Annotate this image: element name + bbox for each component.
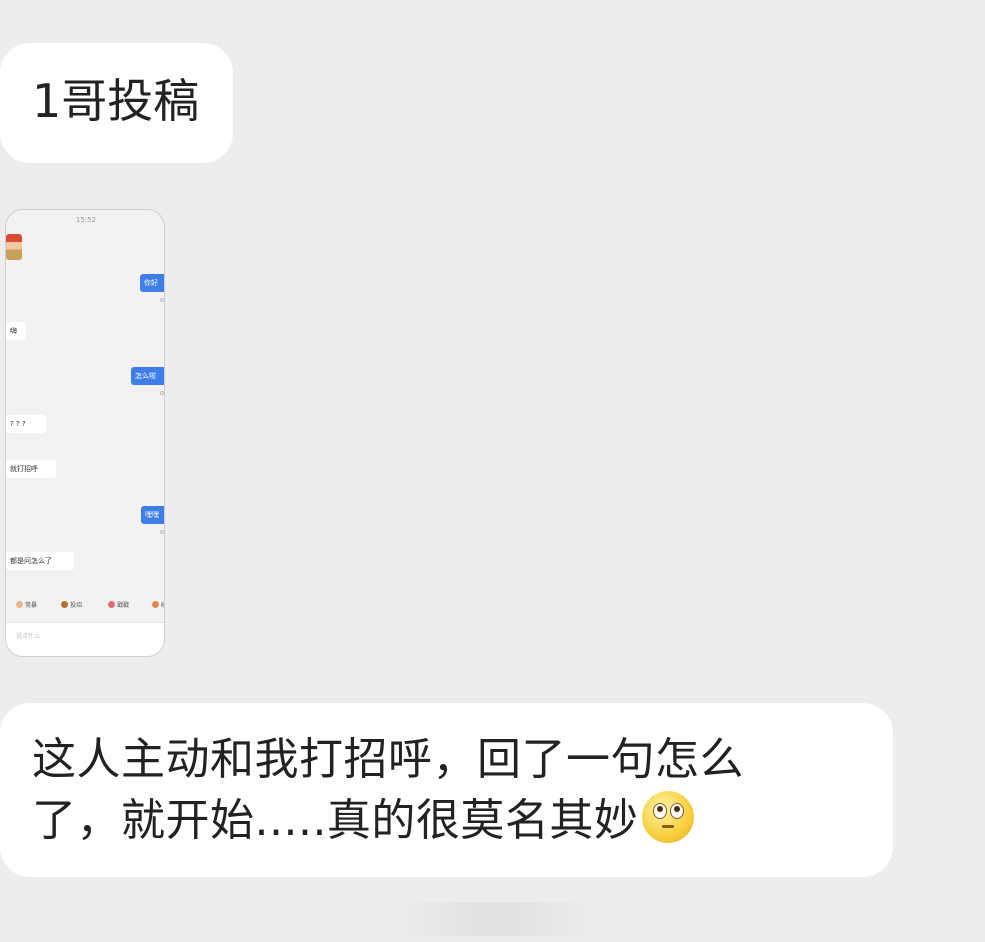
thumbnail-read-icon bbox=[160, 298, 164, 302]
eye-roll-face-icon bbox=[642, 791, 695, 843]
message-text-line: 了，就开始.....真的很莫名其妙 bbox=[32, 790, 893, 851]
watermark bbox=[398, 902, 594, 936]
quick-reply-icon bbox=[108, 601, 115, 608]
message-bubble: 1哥投稿 bbox=[0, 43, 233, 163]
screenshot-thumbnail[interactable]: 15:52 你好 嗨 怎么啦 ? ? ? 就打招呼 嘿嘿 都是问怎么了 常暴 投… bbox=[5, 209, 165, 657]
thumbnail-status-time: 15:52 bbox=[75, 216, 97, 224]
message-text: 1哥投稿 bbox=[32, 74, 200, 128]
quick-reply: 戳戳 bbox=[108, 600, 129, 609]
quick-reply-icon bbox=[16, 601, 23, 608]
thumbnail-avatar bbox=[6, 234, 22, 260]
thumbnail-read-icon bbox=[160, 391, 164, 395]
message-text-line: 这人主动和我打招呼，回了一句怎么 bbox=[32, 734, 744, 785]
thumbnail-quick-replies: 常暴 投绍 戳戳 碰 bbox=[6, 596, 164, 614]
quick-reply-icon bbox=[61, 601, 68, 608]
quick-reply-icon bbox=[152, 601, 159, 608]
quick-reply: 常暴 bbox=[16, 600, 37, 609]
quick-reply: 碰 bbox=[152, 600, 164, 609]
thumbnail-received-message: 就打招呼 bbox=[6, 460, 56, 478]
thumbnail-sent-message: 你好 bbox=[140, 274, 164, 292]
thumbnail-received-message: ? ? ? bbox=[6, 415, 46, 433]
thumbnail-input-bar: 说点什么 bbox=[6, 622, 164, 656]
thumbnail-sent-message: 嘿嘿 bbox=[141, 506, 164, 524]
thumbnail-received-message: 都是问怎么了 bbox=[6, 552, 74, 570]
thumbnail-read-icon bbox=[160, 530, 164, 534]
thumbnail-sent-message: 怎么啦 bbox=[131, 367, 164, 385]
thumbnail-received-message: 嗨 bbox=[6, 322, 26, 340]
message-bubble: 这人主动和我打招呼，回了一句怎么 了，就开始.....真的很莫名其妙 bbox=[0, 703, 893, 877]
quick-reply: 投绍 bbox=[61, 600, 82, 609]
